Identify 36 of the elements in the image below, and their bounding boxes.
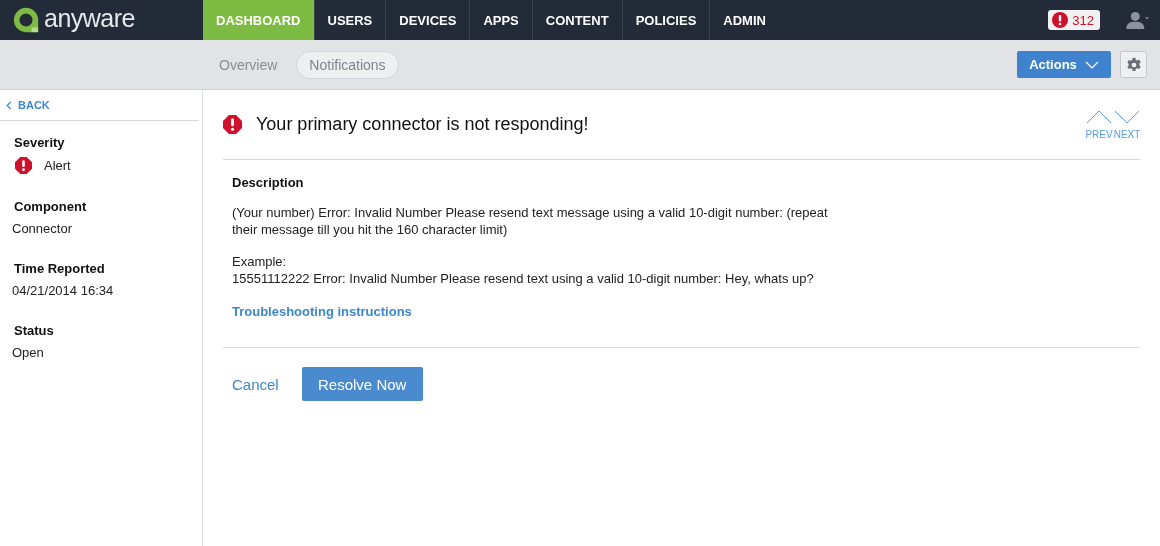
detail-value: 04/21/2014 16:34 <box>12 283 115 298</box>
detail-label: Time Reported <box>13 261 106 276</box>
alert-icon <box>1052 12 1069 28</box>
chevron-down-icon <box>1084 60 1099 69</box>
user-icon[interactable] <box>1126 11 1150 29</box>
nav-tab[interactable]: ADMIN <box>710 0 779 40</box>
sub-tab[interactable]: Overview <box>206 50 291 79</box>
back-link[interactable]: BACK <box>0 90 199 121</box>
alert-icon <box>15 157 32 174</box>
chevron-down-icon <box>1114 110 1140 124</box>
cancel-link[interactable]: Cancel <box>232 375 279 393</box>
resolve-button[interactable]: Resolve Now <box>301 367 423 401</box>
next-button[interactable]: NEXT <box>1114 110 1140 140</box>
settings-button[interactable] <box>1120 51 1147 78</box>
sub-tab[interactable]: Notifications <box>296 50 399 79</box>
detail-label: Severity <box>13 135 66 150</box>
notification-title: Your primary connector is not responding! <box>256 113 590 136</box>
detail-label: Status <box>13 323 55 338</box>
detail-value: Alert <box>44 158 71 173</box>
chevron-up-icon <box>1086 110 1112 124</box>
alert-icon <box>223 115 242 134</box>
description-text: (Your number) Error: Invalid Number Please resend text message using a valid 10-digit number: (repeat their message till you hit the 160 character limit) <box>232 204 829 238</box>
description-heading: Description <box>232 175 305 190</box>
detail-label: Component <box>13 199 88 214</box>
settings-icon <box>1125 56 1142 73</box>
description-text: Example: 15551112222 Error: Invalid Number Please resend text using a valid 10-digit number: Hey, whats up? <box>232 253 815 287</box>
logo-icon <box>12 6 40 34</box>
brand-name: anyware <box>44 5 135 34</box>
actions-button[interactable]: Actions <box>1017 51 1111 78</box>
detail-value: Connector <box>12 221 73 236</box>
prev-button[interactable]: PREV <box>1086 110 1112 140</box>
troubleshooting-link[interactable]: Troubleshooting instructions <box>232 304 412 319</box>
detail-value: Open <box>12 345 45 360</box>
alert-count-badge[interactable]: 312 <box>1048 10 1100 30</box>
chevron-left-icon <box>6 100 12 110</box>
nav-tab[interactable]: DASHBOARD <box>203 0 315 40</box>
